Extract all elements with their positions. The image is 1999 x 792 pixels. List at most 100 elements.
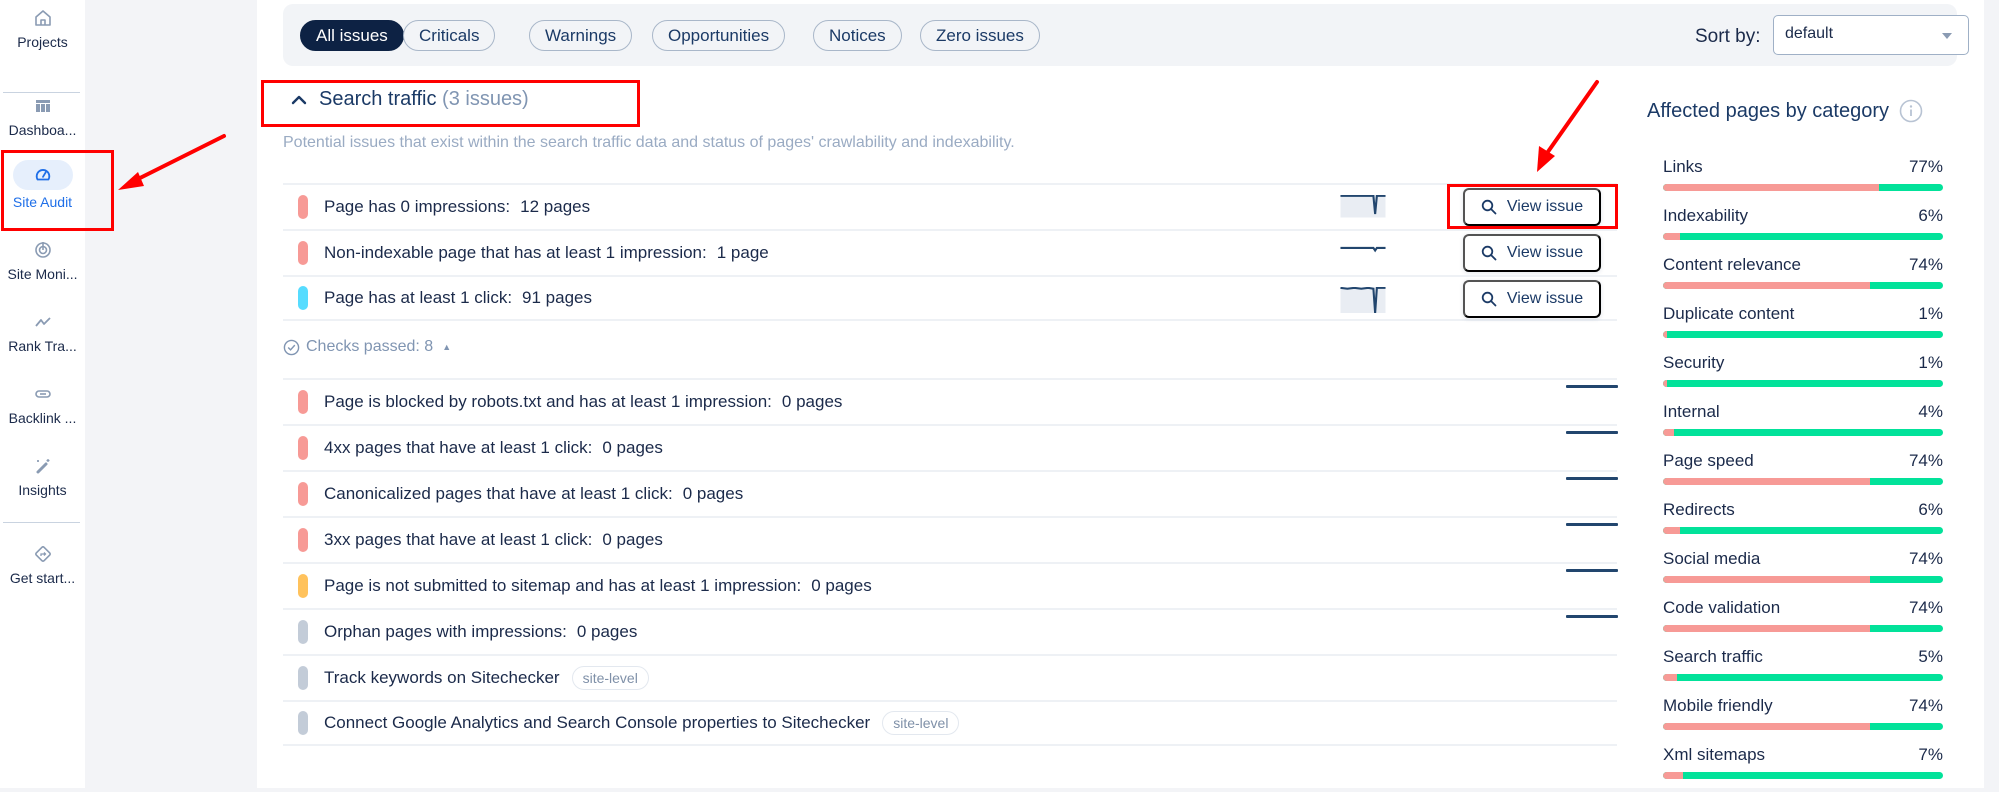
category-item[interactable]: Mobile friendly 74%	[1663, 694, 1943, 743]
sidebar-item-label: Site Audit	[12, 194, 73, 210]
category-item[interactable]: Links 77%	[1663, 155, 1943, 204]
search-icon	[1481, 199, 1497, 215]
sort-label: Sort by:	[1695, 26, 1761, 47]
sidebar-item-site-monitoring[interactable]: Site Moni...	[0, 240, 85, 282]
severity-indicator	[298, 482, 308, 506]
passed-check-row[interactable]: Orphan pages with impressions: 0 pages	[283, 608, 1618, 654]
severity-indicator	[298, 620, 308, 644]
sidebar-item-site-audit[interactable]: Site Audit	[0, 160, 85, 210]
category-progress-bar	[1663, 429, 1943, 436]
passed-check-row[interactable]: 3xx pages that have at least 1 click: 0 p…	[283, 516, 1618, 562]
sort-select[interactable]: default	[1773, 15, 1969, 55]
sidebar-item-label: Backlink ...	[8, 410, 77, 426]
category-name: Internal	[1663, 402, 1720, 421]
category-progress-bar	[1663, 674, 1943, 681]
category-progress-bar	[1663, 184, 1943, 191]
passed-check-row[interactable]: Connect Google Analytics and Search Cons…	[283, 700, 1617, 746]
view-issue-button[interactable]: View issue	[1463, 280, 1601, 318]
category-name: Search traffic	[1663, 647, 1763, 666]
passed-check-row[interactable]: Track keywords on Sitechecker site-level	[283, 654, 1617, 700]
sidebar-item-rank-tracker[interactable]: Rank Tra...	[0, 312, 85, 354]
link-icon	[34, 390, 51, 398]
section-title: Search traffic	[319, 88, 437, 110]
filter-zero-issues[interactable]: Zero issues	[920, 20, 1040, 51]
issue-row[interactable]: Page has 0 impressions: 12 pages View issu…	[283, 183, 1617, 229]
category-percent: 74%	[1908, 696, 1943, 715]
issue-title: Page has at least 1 click:	[324, 288, 513, 307]
category-name: Social media	[1663, 549, 1761, 568]
direction-sign-icon	[34, 546, 51, 562]
severity-indicator	[298, 390, 308, 414]
category-percent: 74%	[1908, 255, 1943, 274]
sidebar-item-backlink[interactable]: Backlink ...	[0, 384, 85, 426]
categories-list: Links 77% Indexability 6% Content relevance 7…	[1663, 155, 1943, 792]
category-item[interactable]: Indexability 6%	[1663, 204, 1943, 253]
checks-passed-toggle[interactable]: Checks passed: 8 ▲	[283, 338, 451, 356]
category-progress-fill	[1663, 282, 1871, 289]
category-item[interactable]: Security 1%	[1663, 351, 1943, 400]
view-issue-button[interactable]: View issue	[1463, 234, 1601, 272]
passed-check-row[interactable]: Canonicalized pages that have at least 1…	[283, 470, 1618, 516]
category-item[interactable]: Code validation 74%	[1663, 596, 1943, 645]
category-progress-bar	[1663, 723, 1943, 730]
severity-indicator	[298, 711, 308, 735]
category-progress-bar	[1663, 478, 1943, 485]
table-icon	[35, 100, 50, 112]
category-percent: 74%	[1908, 598, 1943, 617]
category-item[interactable]: Redirects 6%	[1663, 498, 1943, 547]
severity-indicator	[298, 436, 308, 460]
issue-page-count: 1 page	[716, 243, 769, 262]
categories-title: Affected pages by category	[1647, 99, 1923, 123]
category-name: Duplicate content	[1663, 304, 1795, 323]
issue-trend-sparkline	[1340, 287, 1386, 313]
filter-notices[interactable]: Notices	[813, 20, 902, 51]
category-item[interactable]: Duplicate content 1%	[1663, 302, 1943, 351]
sidebar-divider	[3, 522, 80, 523]
sidebar-item-insights[interactable]: Insights	[0, 456, 85, 498]
check-trend-sparkline	[1566, 477, 1618, 480]
passed-checks-list: Page is blocked by robots.txt and has at…	[283, 378, 1618, 746]
filter-warnings[interactable]: Warnings	[529, 20, 633, 51]
sidebar-item-dashboard[interactable]: Dashboa...	[0, 96, 85, 138]
category-progress-bar	[1663, 625, 1943, 632]
view-issue-label: View issue	[1506, 198, 1584, 215]
category-item[interactable]: Page speed 74%	[1663, 449, 1943, 498]
category-progress-fill	[1663, 772, 1683, 779]
passed-check-row[interactable]: Page is blocked by robots.txt and has at…	[283, 378, 1618, 424]
check-page-count: 0 pages	[576, 622, 638, 641]
category-item[interactable]: Internal 4%	[1663, 400, 1943, 449]
issue-trend-sparkline	[1340, 246, 1386, 253]
checks-passed-label: Checks passed: 8	[306, 338, 434, 355]
sidebar-item-projects[interactable]: Projects	[0, 8, 85, 50]
gauge-icon	[35, 169, 50, 181]
sidebar-item-label: Rank Tra...	[8, 338, 77, 354]
filter-criticals[interactable]: Criticals	[403, 20, 496, 51]
filter-bar: All issues Criticals Warnings Opportunit…	[283, 4, 1969, 66]
category-item[interactable]: Social media 74%	[1663, 547, 1943, 596]
sort-value: default	[1785, 25, 1834, 42]
main-content: All issues Criticals Warnings Opportunit…	[257, 0, 1984, 788]
sidebar-item-get-started[interactable]: Get start...	[0, 544, 85, 586]
issue-row[interactable]: Non-indexable page that has at least 1 i…	[283, 229, 1617, 275]
category-item[interactable]: Content relevance 74%	[1663, 253, 1943, 302]
issue-row[interactable]: Page has at least 1 click: 91 pages View i…	[283, 275, 1617, 321]
passed-check-row[interactable]: 4xx pages that have at least 1 click: 0 p…	[283, 424, 1618, 470]
info-icon[interactable]	[1899, 99, 1923, 123]
filter-all-issues[interactable]: All issues	[300, 20, 404, 51]
severity-indicator	[298, 241, 308, 265]
section-toggle-search-traffic[interactable]: Search traffic (3 issues)	[291, 88, 529, 111]
category-name: Security	[1663, 353, 1725, 372]
view-issue-button[interactable]: View issue	[1463, 188, 1601, 226]
check-circle-icon	[283, 339, 300, 355]
category-progress-fill	[1663, 331, 1668, 338]
search-icon	[1481, 291, 1497, 307]
filter-opportunities[interactable]: Opportunities	[652, 20, 786, 51]
category-percent: 4%	[1918, 402, 1943, 421]
category-percent: 7%	[1918, 745, 1943, 764]
check-title: Canonicalized pages that have at least 1…	[324, 484, 673, 503]
site-level-badge: site-level	[882, 711, 960, 735]
passed-check-row[interactable]: Page is not submitted to sitemap and has…	[283, 562, 1618, 608]
category-item[interactable]: Xml sitemaps 7%	[1663, 743, 1943, 792]
category-percent: 5%	[1918, 647, 1943, 666]
category-item[interactable]: Search traffic 5%	[1663, 645, 1943, 694]
